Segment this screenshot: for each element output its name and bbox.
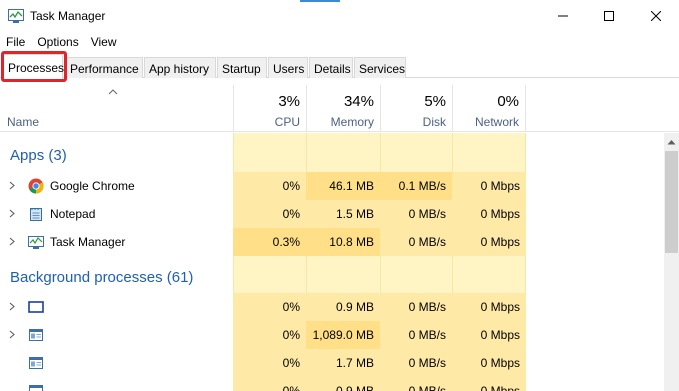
network-cell: 0 Mbps: [452, 293, 526, 321]
disk-cell: 0 MB/s: [380, 228, 452, 256]
process-list: Apps (3) Google Chrome 0% 46.1 MB 0.1 MB…: [0, 133, 664, 391]
task-manager-icon: [8, 9, 24, 23]
cpu-cell: 0%: [233, 377, 306, 391]
chevron-right-icon[interactable]: [9, 302, 15, 311]
vertical-scrollbar[interactable]: [664, 133, 679, 391]
cpu-cell: 0%: [233, 172, 306, 200]
network-cell: 0 Mbps: [452, 172, 526, 200]
minimize-icon: [558, 15, 568, 17]
disk-cell: 0 MB/s: [380, 321, 452, 349]
memory-cell: 1,089.0 MB: [306, 321, 380, 349]
title-bar: Task Manager: [0, 0, 679, 32]
disk-cell: 0 MB/s: [380, 377, 452, 391]
memory-cell: 0.9 MB: [306, 293, 380, 321]
process-name: Google Chrome: [50, 179, 135, 193]
table-row[interactable]: Google Chrome 0% 46.1 MB 0.1 MB/s 0 Mbps: [0, 172, 664, 200]
app-window-icon: [29, 357, 43, 369]
network-cell: 0 Mbps: [452, 200, 526, 228]
column-header: Name 3% CPU 34% Memory 5% Disk 0% Networ…: [0, 85, 679, 132]
tab-services[interactable]: Services: [354, 57, 406, 78]
disk-label: Disk: [422, 115, 446, 129]
table-row[interactable]: 0% 0.9 MB 0 MB/s 0 Mbps: [0, 293, 664, 321]
cpu-cell: 0%: [233, 349, 306, 377]
disk-total: 5%: [424, 93, 446, 110]
tab-users[interactable]: Users: [268, 57, 308, 78]
maximize-icon: [604, 11, 614, 21]
processes-tab-highlight: [1, 51, 67, 82]
maximize-button[interactable]: [586, 0, 632, 32]
tab-details[interactable]: Details: [309, 57, 353, 78]
cpu-cell: 0%: [233, 293, 306, 321]
network-cell: 0 Mbps: [452, 228, 526, 256]
tab-startup[interactable]: Startup: [217, 57, 267, 78]
chevron-right-icon[interactable]: [9, 209, 15, 218]
app-window-icon: [29, 329, 43, 341]
chevron-right-icon[interactable]: [9, 181, 15, 190]
column-name[interactable]: Name: [7, 115, 39, 129]
close-icon: [651, 11, 661, 21]
close-button[interactable]: [633, 0, 679, 32]
menu-options[interactable]: Options: [31, 33, 84, 51]
cpu-cell: 0%: [233, 321, 306, 349]
network-cell: 0 Mbps: [452, 349, 526, 377]
scrollbar-thumb[interactable]: [665, 151, 678, 253]
network-cell: 0 Mbps: [452, 321, 526, 349]
app-window-icon: [29, 385, 43, 391]
memory-cell: 0.9 MB: [306, 377, 380, 391]
menu-bar: File Options View: [0, 33, 123, 51]
top-accent-strip: [300, 0, 340, 2]
tab-performance[interactable]: Performance: [65, 57, 143, 78]
column-memory[interactable]: 34% Memory: [306, 85, 380, 132]
menu-view[interactable]: View: [85, 33, 123, 51]
memory-cell: 1.5 MB: [306, 200, 380, 228]
memory-total: 34%: [343, 93, 374, 110]
cpu-cell: 0.3%: [233, 228, 306, 256]
window-frame-icon: [28, 301, 44, 313]
column-cpu[interactable]: 3% CPU: [233, 85, 306, 132]
notepad-icon: [30, 208, 42, 221]
disk-cell: 0 MB/s: [380, 200, 452, 228]
sort-ascending-icon[interactable]: [108, 89, 118, 95]
cpu-label: CPU: [274, 115, 300, 129]
column-network[interactable]: 0% Network: [452, 85, 526, 132]
process-name: Task Manager: [50, 235, 126, 249]
menu-file[interactable]: File: [0, 33, 31, 51]
minimize-button[interactable]: [540, 0, 586, 32]
table-row[interactable]: 0% 1,089.0 MB 0 MB/s 0 Mbps: [0, 321, 664, 349]
table-row[interactable]: 0% 0.9 MB 0 MB/s 0 Mbps: [0, 377, 664, 391]
chrome-icon: [28, 178, 44, 194]
memory-cell: 10.8 MB: [306, 228, 380, 256]
group-background-processes: Background processes (61): [10, 269, 194, 286]
network-label: Network: [474, 115, 519, 129]
disk-cell: 0 MB/s: [380, 349, 452, 377]
table-row[interactable]: Notepad 0% 1.5 MB 0 MB/s 0 Mbps: [0, 200, 664, 228]
chevron-right-icon[interactable]: [9, 237, 15, 246]
column-disk[interactable]: 5% Disk: [380, 85, 452, 132]
task-manager-icon: [28, 236, 44, 249]
disk-cell: 0.1 MB/s: [380, 172, 452, 200]
memory-cell: 46.1 MB: [306, 172, 380, 200]
table-row[interactable]: Task Manager 0.3% 10.8 MB 0 MB/s 0 Mbps: [0, 228, 664, 256]
memory-label: Memory: [330, 115, 374, 129]
network-total: 0%: [497, 93, 519, 110]
window-title: Task Manager: [30, 9, 106, 23]
chevron-right-icon[interactable]: [9, 330, 15, 339]
table-row[interactable]: 0% 1.7 MB 0 MB/s 0 Mbps: [0, 349, 664, 377]
cpu-total: 3%: [278, 93, 300, 110]
tab-strip: Processes Performance App history Startu…: [0, 54, 679, 79]
cpu-cell: 0%: [233, 200, 306, 228]
network-cell: 0 Mbps: [452, 377, 526, 391]
group-apps: Apps (3): [10, 147, 67, 164]
tab-app-history[interactable]: App history: [144, 57, 216, 78]
disk-cell: 0 MB/s: [380, 293, 452, 321]
scroll-up-arrow-icon[interactable]: [667, 139, 676, 145]
process-name: Notepad: [50, 207, 96, 221]
memory-cell: 1.7 MB: [306, 349, 380, 377]
